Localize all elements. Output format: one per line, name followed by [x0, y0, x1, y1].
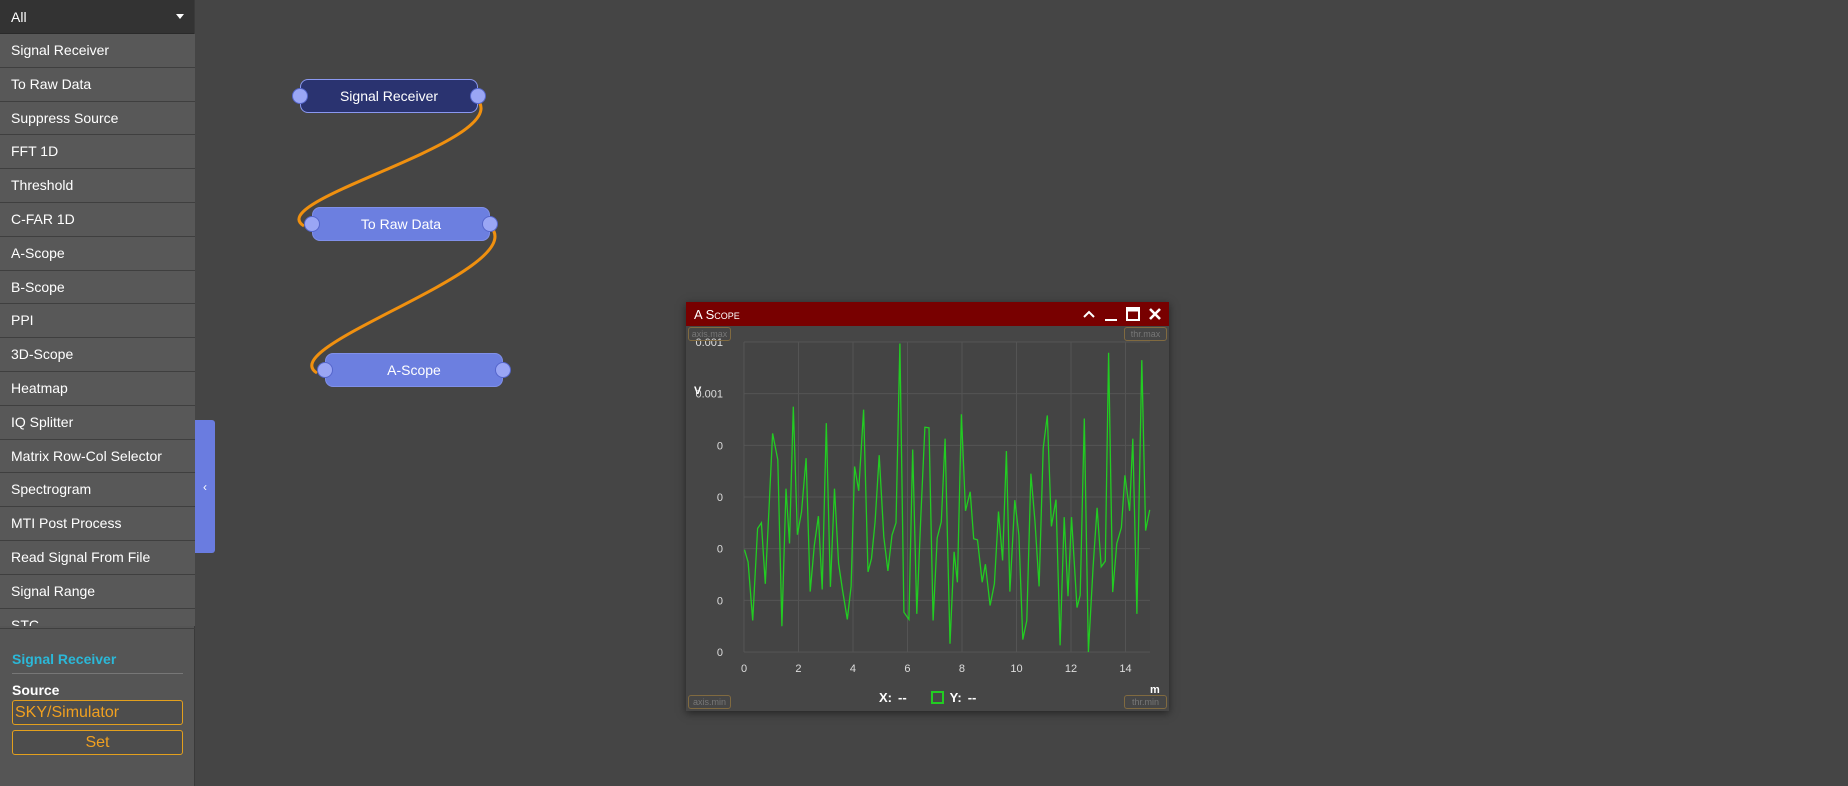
palette-item[interactable]: Threshold [0, 169, 195, 203]
x-tick-label: 10 [1010, 663, 1022, 675]
thr-max-button[interactable]: thr.max [1124, 327, 1167, 341]
set-button[interactable]: Set [12, 730, 183, 755]
x-tick-label: 8 [959, 663, 965, 675]
y-tick-label: 0 [717, 440, 723, 452]
y-readout-label: Y: [949, 690, 962, 705]
source-input[interactable]: SKY/Simulator [12, 700, 183, 725]
window-title: A Scope [694, 306, 740, 322]
y-readout-value: -- [967, 690, 977, 705]
cursor-readout: X: -- Y: -- [879, 690, 976, 705]
node-list[interactable]: Signal Receiver To Raw Data Suppress Sourc… [0, 34, 195, 626]
properties-panel: Signal Receiver Source SKY/Simulator Set [0, 628, 195, 786]
node-label: To Raw Data [360, 216, 442, 232]
window-titlebar[interactable]: A Scope [686, 302, 1169, 326]
connection-wire[interactable] [310, 224, 497, 375]
y-tick-label: 0 [717, 595, 723, 607]
a-scope-window: A Scope 0 0 0 0 0 0.001 0.001 0 2 4 6 8 10 12 14 axis.… [686, 302, 1169, 711]
node-palette-sidebar: All Signal Receiver To Raw Data Suppress S… [0, 0, 195, 786]
palette-item[interactable]: STC [0, 608, 195, 626]
palette-item[interactable]: A-Scope [0, 236, 195, 271]
close-icon[interactable] [1147, 306, 1163, 322]
caret-down-icon [176, 14, 184, 19]
x-axis-label: m [1150, 684, 1160, 696]
a-scope-chart: 000000.0010.0010 2 4 6 8 10 12 14 [695, 337, 1151, 675]
palette-item[interactable]: Signal Receiver [0, 34, 195, 68]
y-tick-label: 0 [717, 492, 723, 504]
maximize-icon[interactable] [1125, 306, 1141, 322]
series-swatch[interactable] [930, 691, 944, 704]
chevron-up-icon[interactable] [1081, 306, 1097, 322]
palette-item[interactable]: Read Signal From File [0, 540, 195, 575]
y-axis-label: V [694, 385, 702, 397]
input-port[interactable] [292, 88, 308, 104]
node-to-raw-data[interactable]: To Raw Data [304, 207, 498, 241]
x-tick-label: 14 [1119, 663, 1131, 675]
palette-item[interactable]: C-FAR 1D [0, 202, 195, 237]
input-port[interactable] [304, 216, 320, 232]
collapse-sidebar-button[interactable]: ‹ [195, 420, 215, 553]
x-tick-label: 0 [741, 663, 747, 675]
palette-item[interactable]: Heatmap [0, 371, 195, 406]
palette-item[interactable]: 3D-Scope [0, 338, 195, 372]
x-tick-label: 4 [850, 663, 856, 675]
y-tick-label: 0 [717, 544, 723, 556]
node-signal-receiver[interactable]: Signal Receiver [292, 79, 486, 113]
palette-item[interactable]: To Raw Data [0, 67, 195, 102]
thr-min-button[interactable]: thr.min [1124, 695, 1167, 709]
palette-item[interactable]: MTI Post Process [0, 507, 195, 541]
node-label: A-Scope [387, 362, 441, 378]
palette-item[interactable]: FFT 1D [0, 135, 195, 170]
chevron-left-icon: ‹ [203, 479, 207, 494]
properties-title: Signal Receiver [12, 651, 183, 674]
output-port[interactable] [482, 216, 498, 232]
y-tick-label: 0 [717, 647, 723, 659]
palette-item[interactable]: B-Scope [0, 270, 195, 305]
input-port[interactable] [317, 362, 333, 378]
category-filter-dropdown[interactable]: All [0, 0, 194, 34]
node-label: Signal Receiver [339, 88, 439, 104]
node-a-scope[interactable]: A-Scope [317, 353, 511, 387]
source-label: Source [12, 682, 60, 698]
minimize-icon[interactable] [1103, 306, 1119, 322]
axis-min-button[interactable]: axis.min [688, 695, 731, 709]
filter-value: All [11, 8, 27, 25]
axis-max-button[interactable]: axis.max [688, 327, 731, 341]
palette-item[interactable]: PPI [0, 304, 195, 339]
palette-item[interactable]: Spectrogram [0, 473, 195, 508]
palette-item[interactable]: Suppress Source [0, 101, 195, 136]
x-tick-label: 12 [1065, 663, 1077, 675]
output-port[interactable] [470, 88, 486, 104]
x-readout-value: -- [898, 690, 907, 705]
palette-item[interactable]: Matrix Row-Col Selector [0, 439, 195, 474]
x-tick-label: 6 [904, 663, 910, 675]
palette-item[interactable]: Signal Range [0, 574, 195, 609]
x-readout-label: X: [879, 690, 892, 705]
x-tick-label: 2 [795, 663, 801, 675]
palette-item[interactable]: IQ Splitter [0, 405, 195, 440]
output-port[interactable] [495, 362, 511, 378]
